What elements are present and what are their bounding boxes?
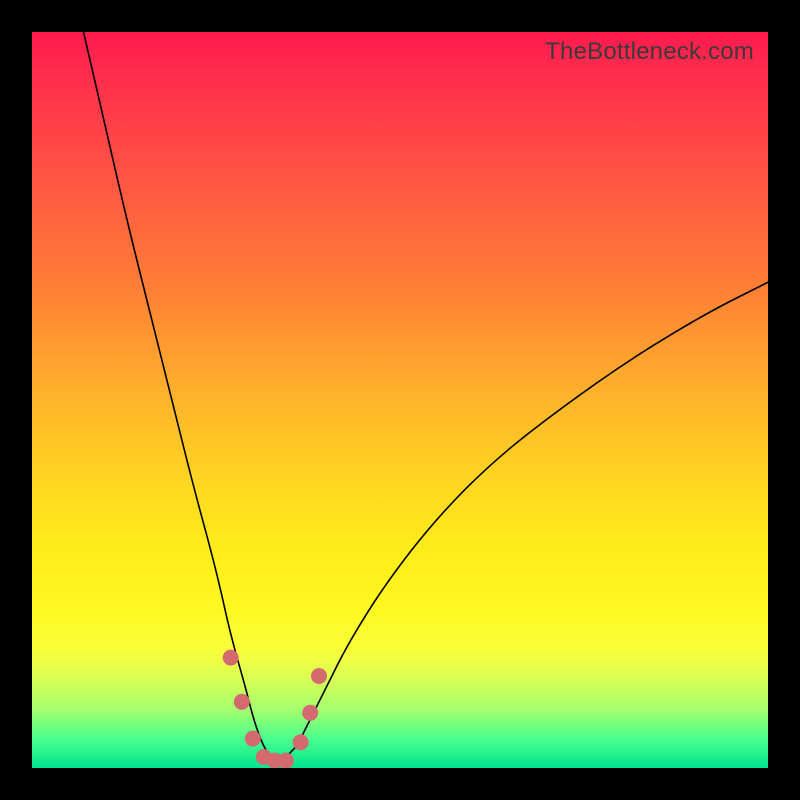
plot-area: TheBottleneck.com [32, 32, 768, 768]
chart-frame: TheBottleneck.com [0, 0, 800, 800]
trough-marker [245, 731, 261, 747]
trough-markers [223, 650, 327, 768]
trough-marker [293, 734, 309, 750]
trough-marker [223, 650, 239, 666]
bottleneck-curve [84, 32, 769, 761]
trough-marker [278, 753, 294, 768]
chart-svg [32, 32, 768, 768]
trough-marker [311, 668, 327, 684]
trough-marker [302, 705, 318, 721]
trough-marker [234, 694, 250, 710]
